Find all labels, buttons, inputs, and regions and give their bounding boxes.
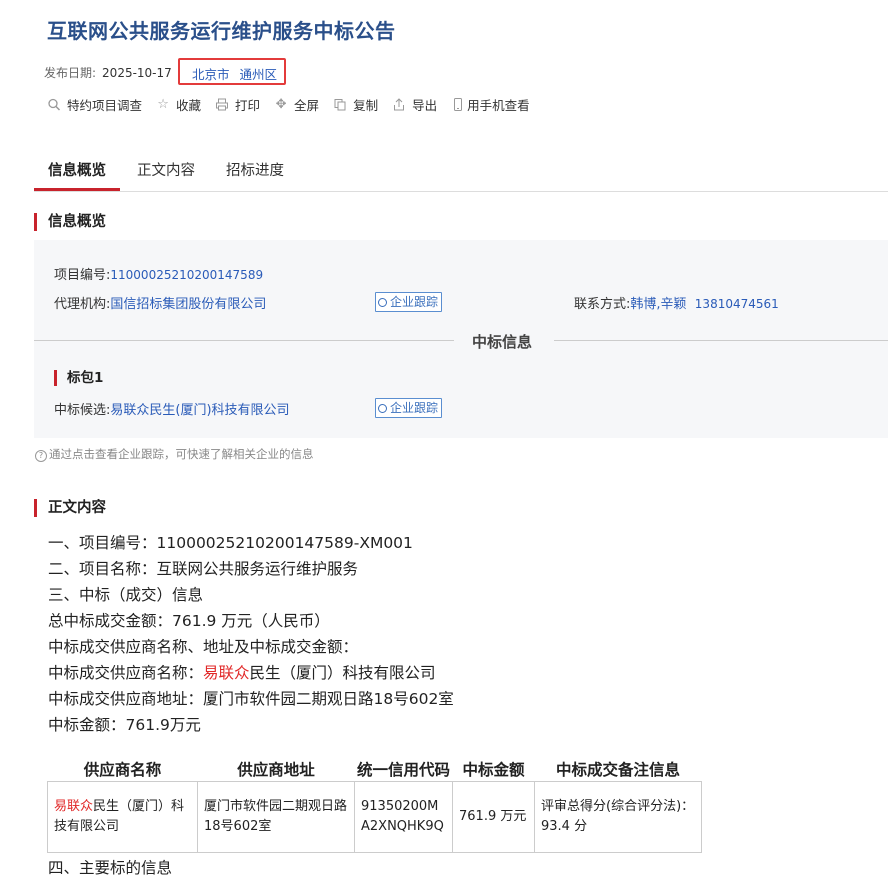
- candidate-label: 中标候选:: [54, 403, 111, 418]
- tool-label: 导出: [412, 98, 438, 113]
- content-line: 四、主要标的信息: [48, 859, 173, 877]
- location-city[interactable]: 北京市: [192, 67, 230, 82]
- table-header: 统一信用代码: [356, 761, 450, 779]
- content-line: 一、项目编号：11000025210200147589-XM001: [48, 534, 413, 552]
- tool-label: 收藏: [176, 98, 202, 113]
- table-row: 易联众民生（厦门）科技有限公司 厦门市软件园二期观日路18号602室 91350…: [47, 781, 702, 853]
- highlight-text: 易联众: [203, 664, 250, 682]
- phone-icon: [454, 98, 463, 111]
- table-header: 中标金额: [462, 761, 525, 779]
- star-icon: ☆: [157, 97, 169, 112]
- contact-phone: 13810474561: [694, 297, 779, 311]
- agency-row: 代理机构:国信招标集团股份有限公司: [54, 293, 266, 312]
- content-line: 中标金额：761.9万元: [48, 716, 201, 734]
- content-line: 二、项目名称：互联网公共服务运行维护服务: [48, 560, 359, 578]
- overview-panel: 项目编号:11000025210200147589 代理机构:国信招标集团股份有…: [34, 240, 888, 438]
- fullscreen-icon: ✥: [275, 97, 287, 112]
- divider-left: [34, 340, 454, 341]
- line-prefix: 中标成交供应商名称：: [48, 664, 204, 682]
- hint-label: 通过点击查看企业跟踪，可快速了解相关企业的信息: [49, 447, 314, 461]
- tool-copy[interactable]: 复制: [333, 95, 378, 114]
- project-number-row: 项目编号:11000025210200147589: [54, 264, 263, 283]
- contact-label: 联系方式:: [574, 297, 631, 312]
- candidate-row: 中标候选:易联众民生(厦门)科技有限公司: [54, 399, 290, 418]
- table-header: 供应商地址: [237, 761, 315, 779]
- tab-content[interactable]: 正文内容: [123, 158, 209, 190]
- tool-label: 全屏: [294, 98, 320, 113]
- track-label: 企业跟踪: [390, 295, 439, 309]
- contact-row: 联系方式:韩博,辛颖 13810474561: [574, 293, 779, 312]
- publish-date: 2025-10-17: [102, 66, 172, 80]
- tool-mobile-view[interactable]: 用手机查看: [451, 95, 530, 114]
- publish-meta: 发布日期: 2025-10-17: [44, 64, 172, 81]
- location-district[interactable]: 通州区: [240, 67, 278, 82]
- tool-special-survey[interactable]: 特约项目调查: [47, 95, 142, 114]
- win-info-label: 中标信息: [472, 333, 533, 351]
- candidate-link[interactable]: 易联众民生(厦门)科技有限公司: [110, 403, 289, 418]
- divider-right: [554, 340, 888, 341]
- amount-cell: 761.9 万元: [452, 781, 535, 853]
- tool-label: 特约项目调查: [67, 98, 143, 113]
- table-header: 中标成交备注信息: [555, 761, 680, 779]
- tab-progress[interactable]: 招标进度: [212, 158, 298, 190]
- content-line: 总中标成交金额：761.9 万元（人民币）: [48, 612, 330, 630]
- tool-label: 打印: [235, 98, 261, 113]
- content-line: 中标成交供应商名称、地址及中标成交金额：: [48, 638, 359, 656]
- content-line: 三、中标（成交）信息: [48, 586, 204, 604]
- tab-overview[interactable]: 信息概览: [34, 158, 120, 191]
- printer-icon: [216, 98, 229, 111]
- copy-icon: [334, 99, 346, 111]
- tool-label: 用手机查看: [467, 98, 530, 113]
- credit-code-cell: 91350200MA2XNQHK9Q: [354, 781, 453, 853]
- publish-label: 发布日期:: [44, 66, 97, 80]
- supplier-name-cell: 易联众民生（厦门）科技有限公司: [47, 781, 198, 853]
- project-number-label: 项目编号:: [54, 268, 111, 283]
- content-line: 中标成交供应商名称：易联众民生（厦门）科技有限公司: [48, 660, 454, 686]
- contact-names: 韩博,辛颖: [630, 297, 687, 312]
- tool-favorite[interactable]: ☆ 收藏: [156, 95, 201, 114]
- overview-heading: 信息概览: [34, 213, 106, 231]
- toolbar: 特约项目调查 ☆ 收藏 打印 ✥ 全屏 复制 导出 用手机查看: [47, 95, 544, 114]
- agency-label: 代理机构:: [54, 297, 111, 312]
- supplier-address-cell: 厦门市软件园二期观日路18号602室: [197, 781, 355, 853]
- target-icon: [378, 404, 387, 413]
- tool-fullscreen[interactable]: ✥ 全屏: [274, 95, 319, 114]
- tab-bar: 信息概览 正文内容 招标进度: [34, 158, 888, 192]
- supplier-table: 供应商名称 供应商地址 统一信用代码 中标金额 中标成交备注信息 易联众民生（厦…: [47, 757, 702, 853]
- agency-link[interactable]: 国信招标集团股份有限公司: [110, 297, 266, 312]
- project-number-value: 11000025210200147589: [110, 268, 264, 282]
- candidate-track-button[interactable]: 企业跟踪: [375, 398, 443, 418]
- content-line: 中标成交供应商地址：厦门市软件园二期观日路18号602室: [48, 690, 454, 708]
- package-heading: 标包1: [54, 370, 103, 386]
- content-body: 一、项目编号：11000025210200147589-XM001 二、项目名称…: [48, 530, 454, 738]
- line-suffix: 民生（厦门）科技有限公司: [249, 664, 436, 682]
- track-label: 企业跟踪: [390, 401, 439, 415]
- table-header-row: 供应商名称 供应商地址 统一信用代码 中标金额 中标成交备注信息: [48, 757, 702, 782]
- tool-label: 复制: [353, 98, 379, 113]
- target-icon: [378, 298, 387, 307]
- export-icon: [394, 98, 405, 111]
- content-heading: 正文内容: [34, 499, 106, 517]
- tool-export[interactable]: 导出: [392, 95, 437, 114]
- page-title: 互联网公共服务运行维护服务中标公告: [47, 19, 396, 43]
- help-icon: ?: [35, 450, 47, 462]
- hint-text: ? 通过点击查看企业跟踪，可快速了解相关企业的信息: [35, 446, 314, 462]
- location[interactable]: 北京市 通州区: [192, 64, 277, 83]
- table-header: 供应商名称: [83, 761, 162, 779]
- search-icon: [48, 98, 61, 111]
- highlight-text: 易联众: [54, 799, 94, 814]
- agency-track-button[interactable]: 企业跟踪: [375, 292, 443, 312]
- remark-cell: 评审总得分(综合评分法)： 93.4 分: [534, 781, 702, 853]
- tool-print[interactable]: 打印: [215, 95, 260, 114]
